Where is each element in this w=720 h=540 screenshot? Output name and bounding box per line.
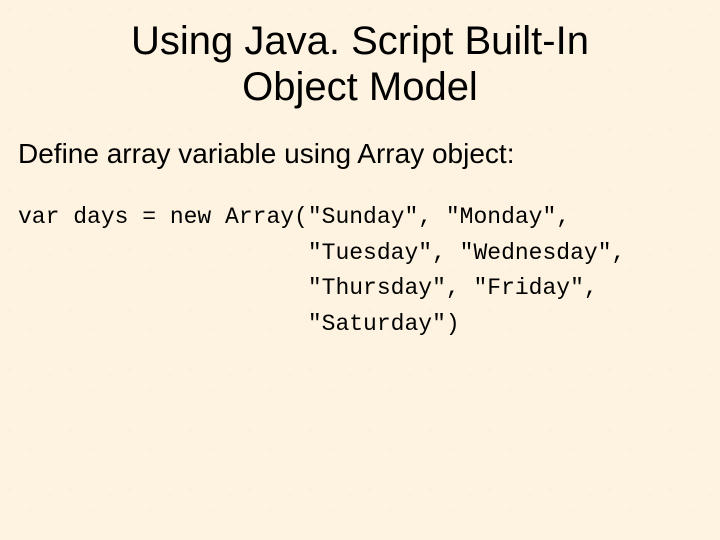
code-line-2: "Tuesday", "Wednesday", [18,240,625,266]
code-line-3: "Thursday", "Friday", [18,275,598,301]
code-line-1: var days = new Array("Sunday", "Monday", [18,204,570,230]
code-block: var days = new Array("Sunday", "Monday",… [0,170,720,343]
title-line-2: Object Model [242,65,478,109]
slide-subtitle: Define array variable using Array object… [0,110,720,170]
slide-title: Using Java. Script Built-In Object Model [0,0,720,110]
code-line-4: "Saturday") [18,311,460,337]
title-line-1: Using Java. Script Built-In [131,19,589,63]
